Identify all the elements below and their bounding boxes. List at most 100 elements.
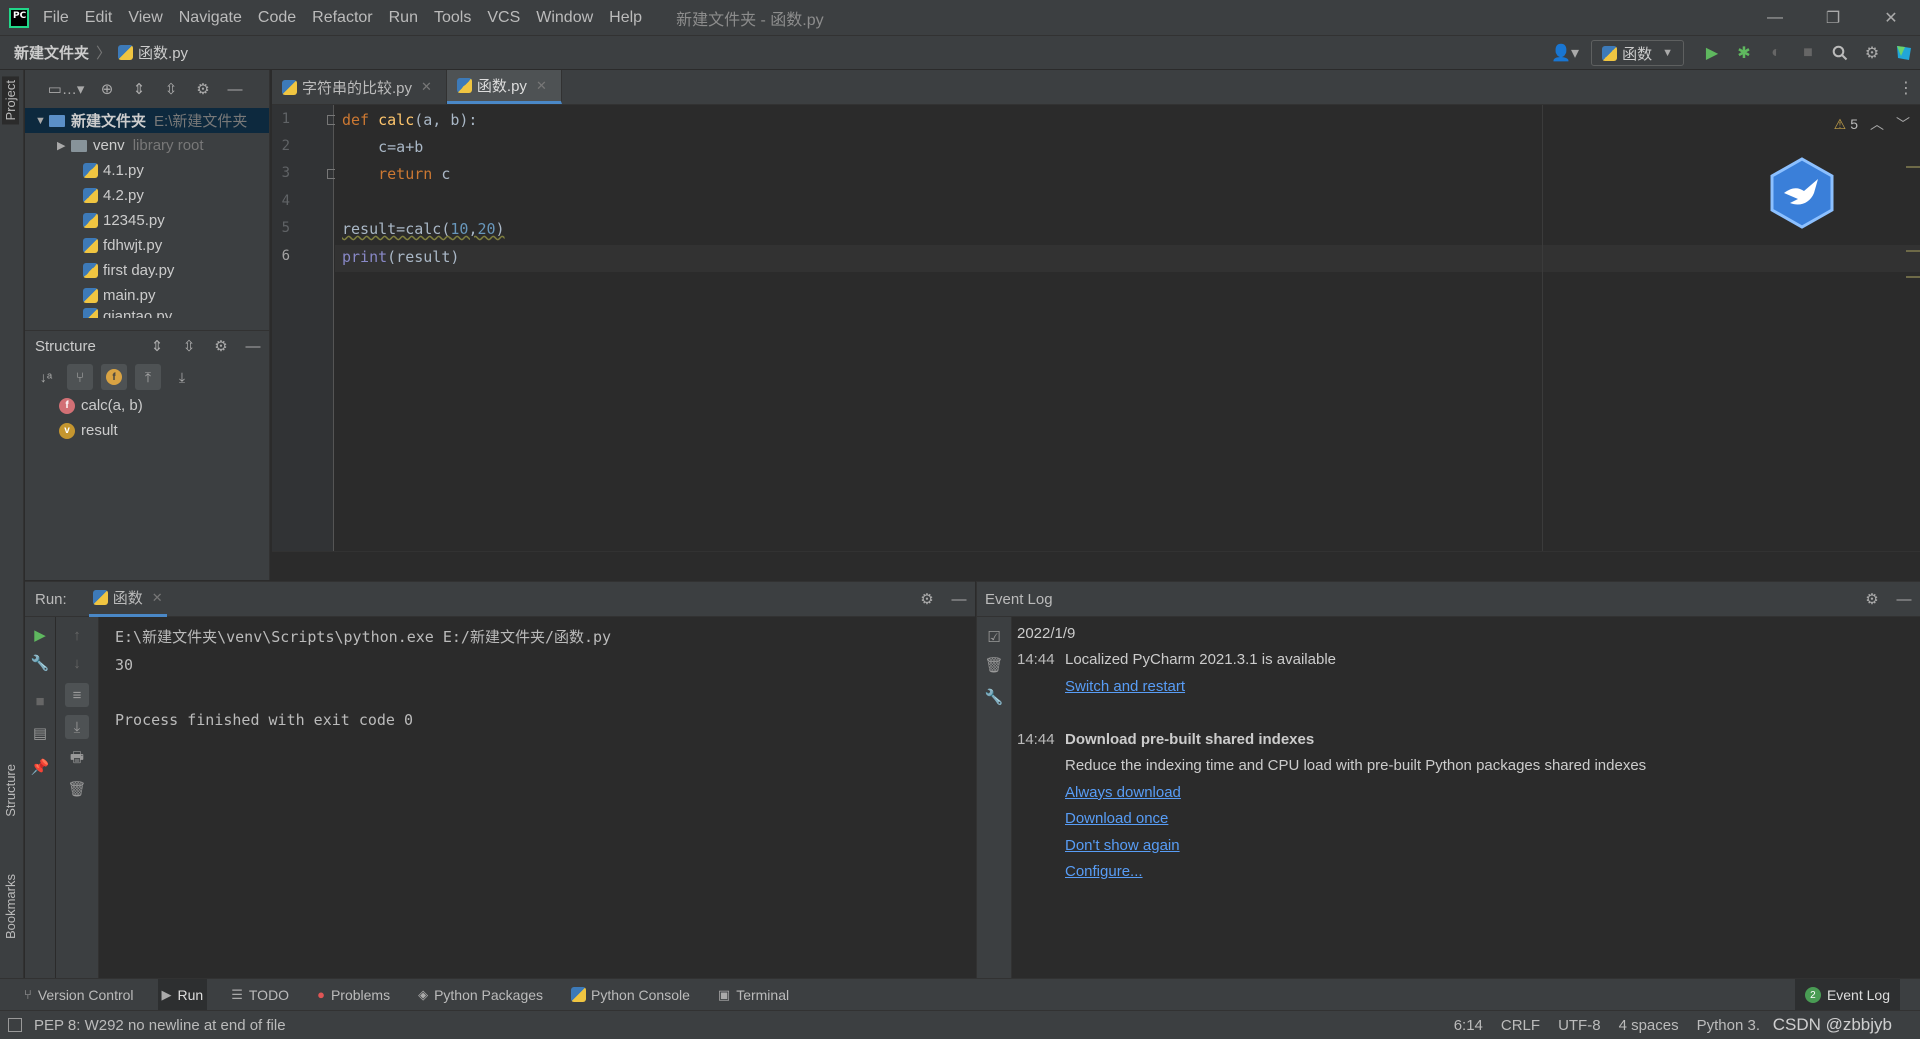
- wrench-icon[interactable]: 🔧: [982, 685, 1006, 709]
- hide-panel-icon[interactable]: —: [1888, 585, 1920, 613]
- show-fields-icon[interactable]: f: [101, 364, 127, 390]
- stripe-project-button[interactable]: Project: [2, 76, 19, 125]
- hide-panel-icon[interactable]: —: [943, 585, 975, 613]
- rerun-icon[interactable]: ▶: [28, 623, 52, 647]
- always-download-link[interactable]: Always download: [1065, 784, 1181, 801]
- tool-version-control[interactable]: ⑂ Version Control: [20, 979, 138, 1011]
- search-icon[interactable]: [1824, 36, 1856, 70]
- breadcrumb-root[interactable]: 新建文件夹: [14, 42, 89, 63]
- chevron-down-icon[interactable]: ﹀: [1896, 114, 1910, 134]
- locate-file-icon[interactable]: ⊕: [91, 75, 123, 103]
- settings-gear-icon[interactable]: ⚙: [1856, 36, 1888, 70]
- structure-item-function[interactable]: f calc(a, b): [25, 393, 269, 418]
- structure-item-variable[interactable]: v result: [25, 418, 269, 443]
- arrow-up-icon[interactable]: ↑: [65, 623, 89, 647]
- indent-setting[interactable]: 4 spaces: [1619, 1017, 1679, 1034]
- console-output[interactable]: E:\新建文件夹\venv\Scripts\python.exe E:/新建文件…: [115, 624, 611, 734]
- wrench-icon[interactable]: 🔧: [28, 651, 52, 675]
- tree-file[interactable]: main.py: [25, 283, 269, 308]
- tree-file[interactable]: 4.2.py: [25, 183, 269, 208]
- stop-icon[interactable]: ■: [1792, 36, 1824, 70]
- user-account-icon[interactable]: 👤▾: [1549, 36, 1581, 70]
- tree-file[interactable]: fdhwjt.py: [25, 233, 269, 258]
- mark-all-read-icon[interactable]: ☑: [982, 625, 1006, 649]
- stripe-bookmarks-button[interactable]: Bookmarks: [2, 870, 19, 943]
- project-view-select-icon[interactable]: ▭…▾: [41, 75, 91, 103]
- configure-link[interactable]: Configure...: [1065, 863, 1143, 880]
- tree-root-folder[interactable]: ▼ 新建文件夹 E:\新建文件夹: [25, 108, 269, 133]
- menu-help[interactable]: Help: [609, 9, 642, 27]
- tool-terminal[interactable]: ▣ Terminal: [714, 979, 793, 1011]
- python-interpreter[interactable]: Python 3.: [1697, 1017, 1760, 1034]
- expand-icon[interactable]: ⤒: [135, 364, 161, 390]
- tool-python-packages[interactable]: ◈ Python Packages: [414, 979, 547, 1011]
- tree-file[interactable]: 12345.py: [25, 208, 269, 233]
- tree-file[interactable]: first day.py: [25, 258, 269, 283]
- trash-icon[interactable]: 🗑: [982, 653, 1006, 677]
- caret-position[interactable]: 6:14: [1454, 1017, 1483, 1034]
- close-icon[interactable]: ✕: [421, 79, 432, 95]
- tool-todo[interactable]: ☰ TODO: [227, 979, 293, 1011]
- settings-gear-icon[interactable]: ⚙: [205, 332, 237, 360]
- tool-problems[interactable]: ● Problems: [313, 979, 394, 1011]
- settings-gear-icon[interactable]: ⚙: [187, 75, 219, 103]
- restore-icon[interactable]: ❐: [1804, 0, 1862, 36]
- file-encoding[interactable]: UTF-8: [1558, 1017, 1601, 1034]
- inspection-widget[interactable]: ⚠ 5 ︿ ﹀: [1834, 114, 1910, 134]
- settings-gear-icon[interactable]: ⚙: [1856, 585, 1888, 613]
- stripe-structure-button[interactable]: Structure: [2, 760, 19, 821]
- layout-icon[interactable]: ▤: [28, 721, 52, 745]
- expand-all-icon[interactable]: ⇕: [123, 75, 155, 103]
- tool-event-log[interactable]: 2 Event Log: [1794, 979, 1900, 1011]
- expand-all-icon[interactable]: ⇕: [141, 332, 173, 360]
- tree-venv-folder[interactable]: ▶ venv library root: [25, 133, 269, 158]
- run-icon[interactable]: ▶: [1696, 36, 1728, 70]
- scroll-to-end-icon[interactable]: ⤓: [65, 715, 89, 739]
- show-inherited-icon[interactable]: ⑂: [67, 364, 93, 390]
- collapse-icon[interactable]: ⤓: [169, 364, 195, 390]
- line-separator[interactable]: CRLF: [1501, 1017, 1540, 1034]
- code-editor[interactable]: def calc(a, b): c=a+b return c result=ca…: [335, 105, 1920, 551]
- menu-edit[interactable]: Edit: [85, 9, 113, 27]
- close-icon[interactable]: ✕: [1862, 0, 1920, 36]
- sort-alphabetically-icon[interactable]: ↓ᵃ: [33, 364, 59, 390]
- soft-wrap-icon[interactable]: ≡: [65, 683, 89, 707]
- pin-icon[interactable]: 📌: [28, 755, 52, 779]
- jetbrains-toolbox-icon[interactable]: [1888, 36, 1920, 70]
- hide-panel-icon[interactable]: —: [237, 332, 269, 360]
- close-icon[interactable]: ✕: [152, 590, 163, 606]
- switch-and-restart-link[interactable]: Switch and restart: [1065, 678, 1185, 695]
- settings-gear-icon[interactable]: ⚙: [911, 585, 943, 613]
- menu-view[interactable]: View: [128, 9, 162, 27]
- run-tab[interactable]: 函数 ✕: [88, 582, 167, 617]
- floating-bird-logo-icon[interactable]: [1768, 157, 1836, 229]
- menu-vcs[interactable]: VCS: [487, 9, 520, 27]
- tool-python-console[interactable]: Python Console: [567, 979, 694, 1011]
- breadcrumb-file[interactable]: 函数.py: [118, 42, 188, 63]
- print-icon[interactable]: 🖶: [65, 747, 89, 771]
- menu-code[interactable]: Code: [258, 9, 296, 27]
- tree-file[interactable]: 4.1.py: [25, 158, 269, 183]
- chevron-up-icon[interactable]: ︿: [1870, 114, 1884, 134]
- menu-window[interactable]: Window: [536, 9, 593, 27]
- menu-file[interactable]: File: [43, 9, 69, 27]
- trash-icon[interactable]: 🗑: [65, 777, 89, 801]
- download-once-link[interactable]: Download once: [1065, 810, 1168, 827]
- menu-refactor[interactable]: Refactor: [312, 9, 372, 27]
- tool-run[interactable]: ▶ Run: [157, 978, 208, 1011]
- toggle-tool-windows-icon[interactable]: [8, 1018, 22, 1032]
- menu-tools[interactable]: Tools: [434, 9, 471, 27]
- stop-icon[interactable]: ■: [28, 689, 52, 713]
- menu-navigate[interactable]: Navigate: [179, 9, 242, 27]
- collapse-all-icon[interactable]: ⇳: [155, 75, 187, 103]
- arrow-down-icon[interactable]: ↓: [65, 651, 89, 675]
- menu-run[interactable]: Run: [389, 9, 418, 27]
- debug-icon[interactable]: ✱: [1728, 36, 1760, 70]
- dont-show-again-link[interactable]: Don't show again: [1065, 837, 1180, 854]
- coverage-icon[interactable]: ◐: [1760, 36, 1792, 70]
- minimize-icon[interactable]: —: [1746, 0, 1804, 36]
- more-options-icon[interactable]: ⋮: [1898, 78, 1914, 98]
- editor-tab[interactable]: 字符串的比较.py ✕: [272, 70, 447, 104]
- hide-panel-icon[interactable]: —: [219, 75, 251, 103]
- tree-file[interactable]: qiantao.py: [25, 308, 269, 318]
